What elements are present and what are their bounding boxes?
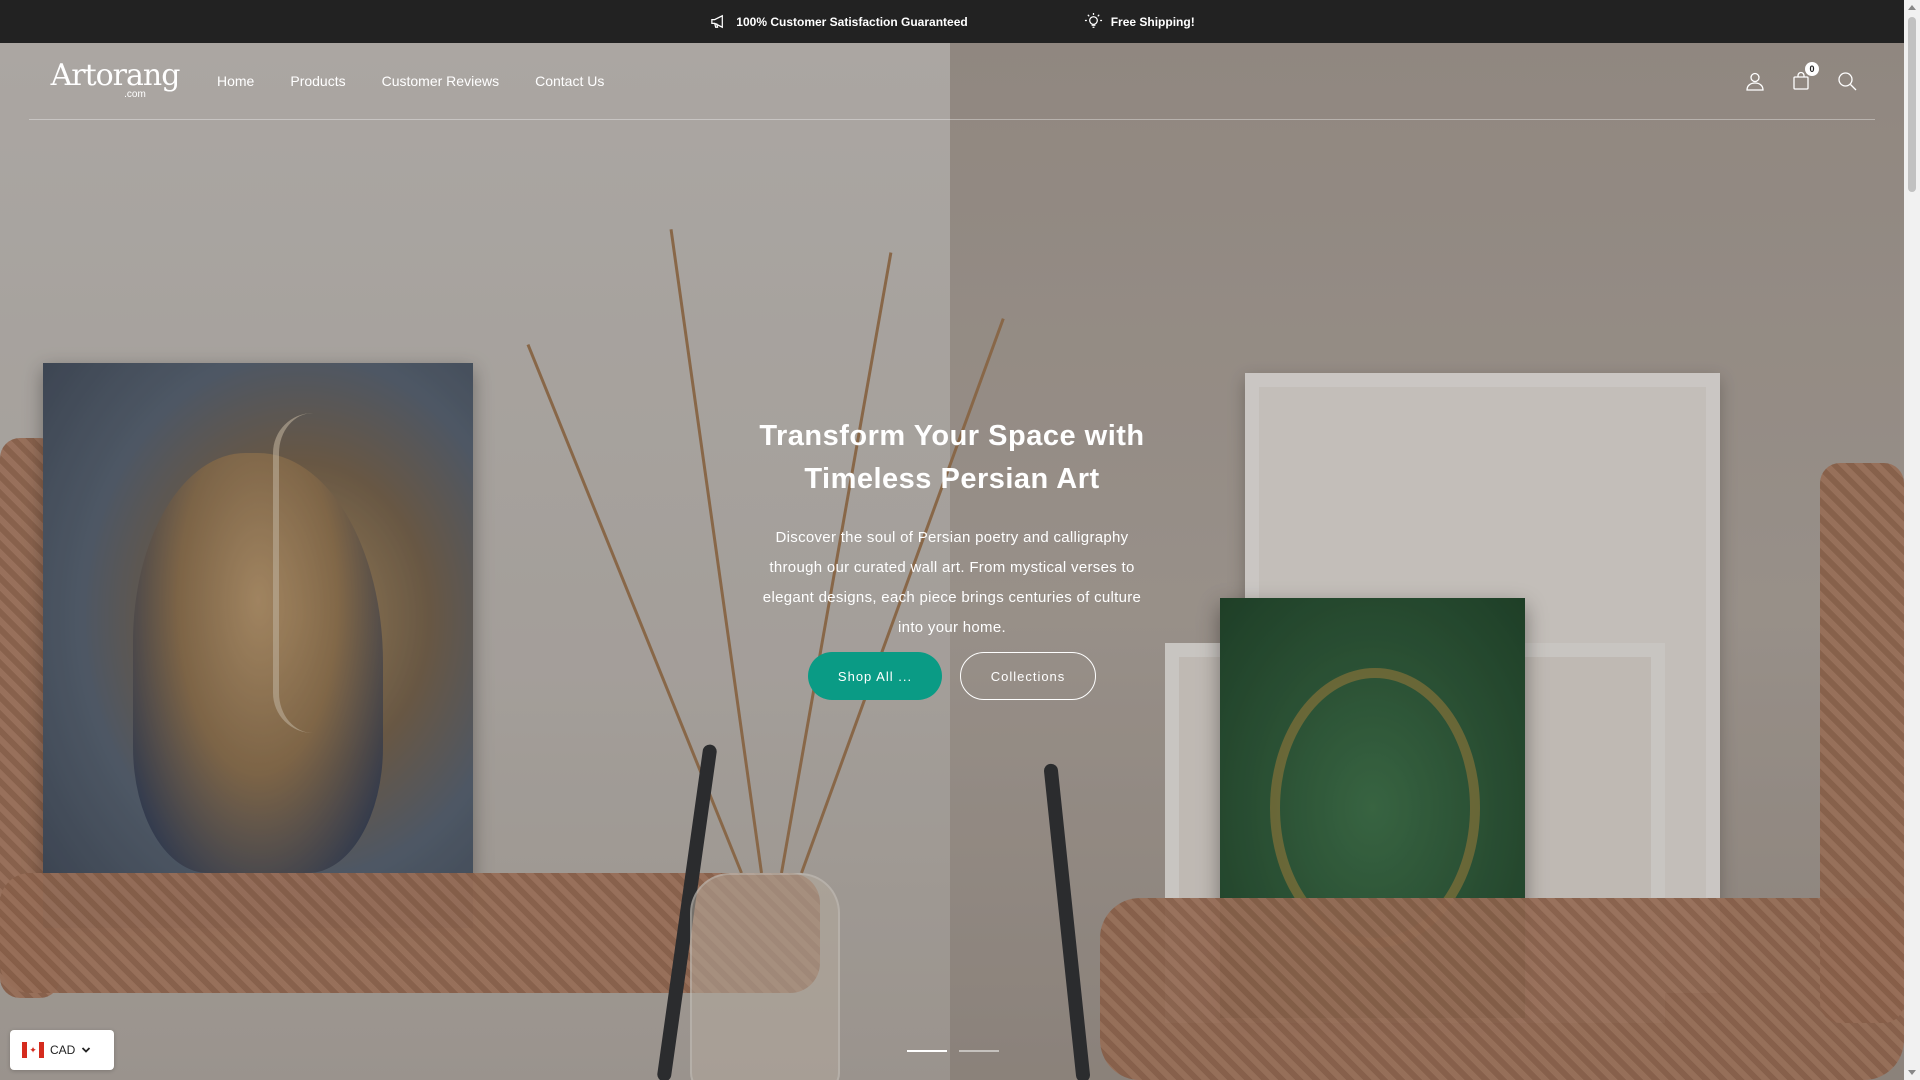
nav-products[interactable]: Products <box>290 73 345 89</box>
slide-dot-2[interactable] <box>959 1050 999 1052</box>
megaphone-icon <box>711 14 724 29</box>
hero-title: Transform Your Space with Timeless Persi… <box>759 420 1145 495</box>
hero-description: Discover the soul of Persian poetry and … <box>762 529 1142 636</box>
main-nav: Home Products Customer Reviews Contact U… <box>217 73 604 89</box>
announcement-text: 100% Customer Satisfaction Guaranteed <box>736 14 968 29</box>
scroll-down-icon[interactable] <box>1908 1070 1916 1075</box>
account-button[interactable] <box>1745 71 1765 91</box>
cart-button[interactable]: 0 <box>1791 62 1819 91</box>
announcement-bar: 100% Customer Satisfaction Guaranteed Fr… <box>0 0 1904 43</box>
nav-home[interactable]: Home <box>217 73 254 89</box>
hero-content: Transform Your Space with Timeless Persi… <box>752 415 1152 643</box>
site-logo[interactable]: Artorang .com <box>49 61 181 101</box>
collections-button[interactable]: Collections <box>960 652 1096 700</box>
header-icons: 0 <box>1745 62 1857 91</box>
slide-dot-1[interactable] <box>907 1050 947 1052</box>
scroll-up-icon[interactable] <box>1908 5 1916 10</box>
site-header: Artorang .com Home Products Customer Rev… <box>29 43 1875 120</box>
logo-name: Artorang <box>50 58 181 93</box>
logo-tld: .com <box>124 89 146 100</box>
nav-contact-us[interactable]: Contact Us <box>535 73 604 89</box>
search-icon <box>1838 72 1857 91</box>
page-scrollbar[interactable] <box>1904 0 1920 1080</box>
announcement-text: Free Shipping! <box>1110 14 1195 29</box>
nav-customer-reviews[interactable]: Customer Reviews <box>382 73 499 89</box>
currency-code: CAD <box>50 1043 76 1057</box>
announcement-item: 100% Customer Satisfaction Guaranteed <box>709 12 968 31</box>
currency-selector[interactable]: ✦ CAD <box>10 1030 114 1070</box>
canada-flag-icon: ✦ <box>22 1042 44 1058</box>
search-button[interactable] <box>1837 71 1857 91</box>
announcement-item: Free Shipping! <box>1084 12 1195 31</box>
scrollbar-thumb[interactable] <box>1908 17 1916 192</box>
chevron-down-icon <box>82 1047 91 1053</box>
cart-count-badge: 0 <box>1805 62 1819 76</box>
account-icon <box>1746 72 1764 91</box>
shop-all-button[interactable]: Shop All ... <box>808 652 942 700</box>
lightbulb-icon <box>1084 12 1102 28</box>
slider-pagination <box>907 1050 999 1052</box>
hero-buttons: Shop All ... Collections <box>808 652 1096 700</box>
